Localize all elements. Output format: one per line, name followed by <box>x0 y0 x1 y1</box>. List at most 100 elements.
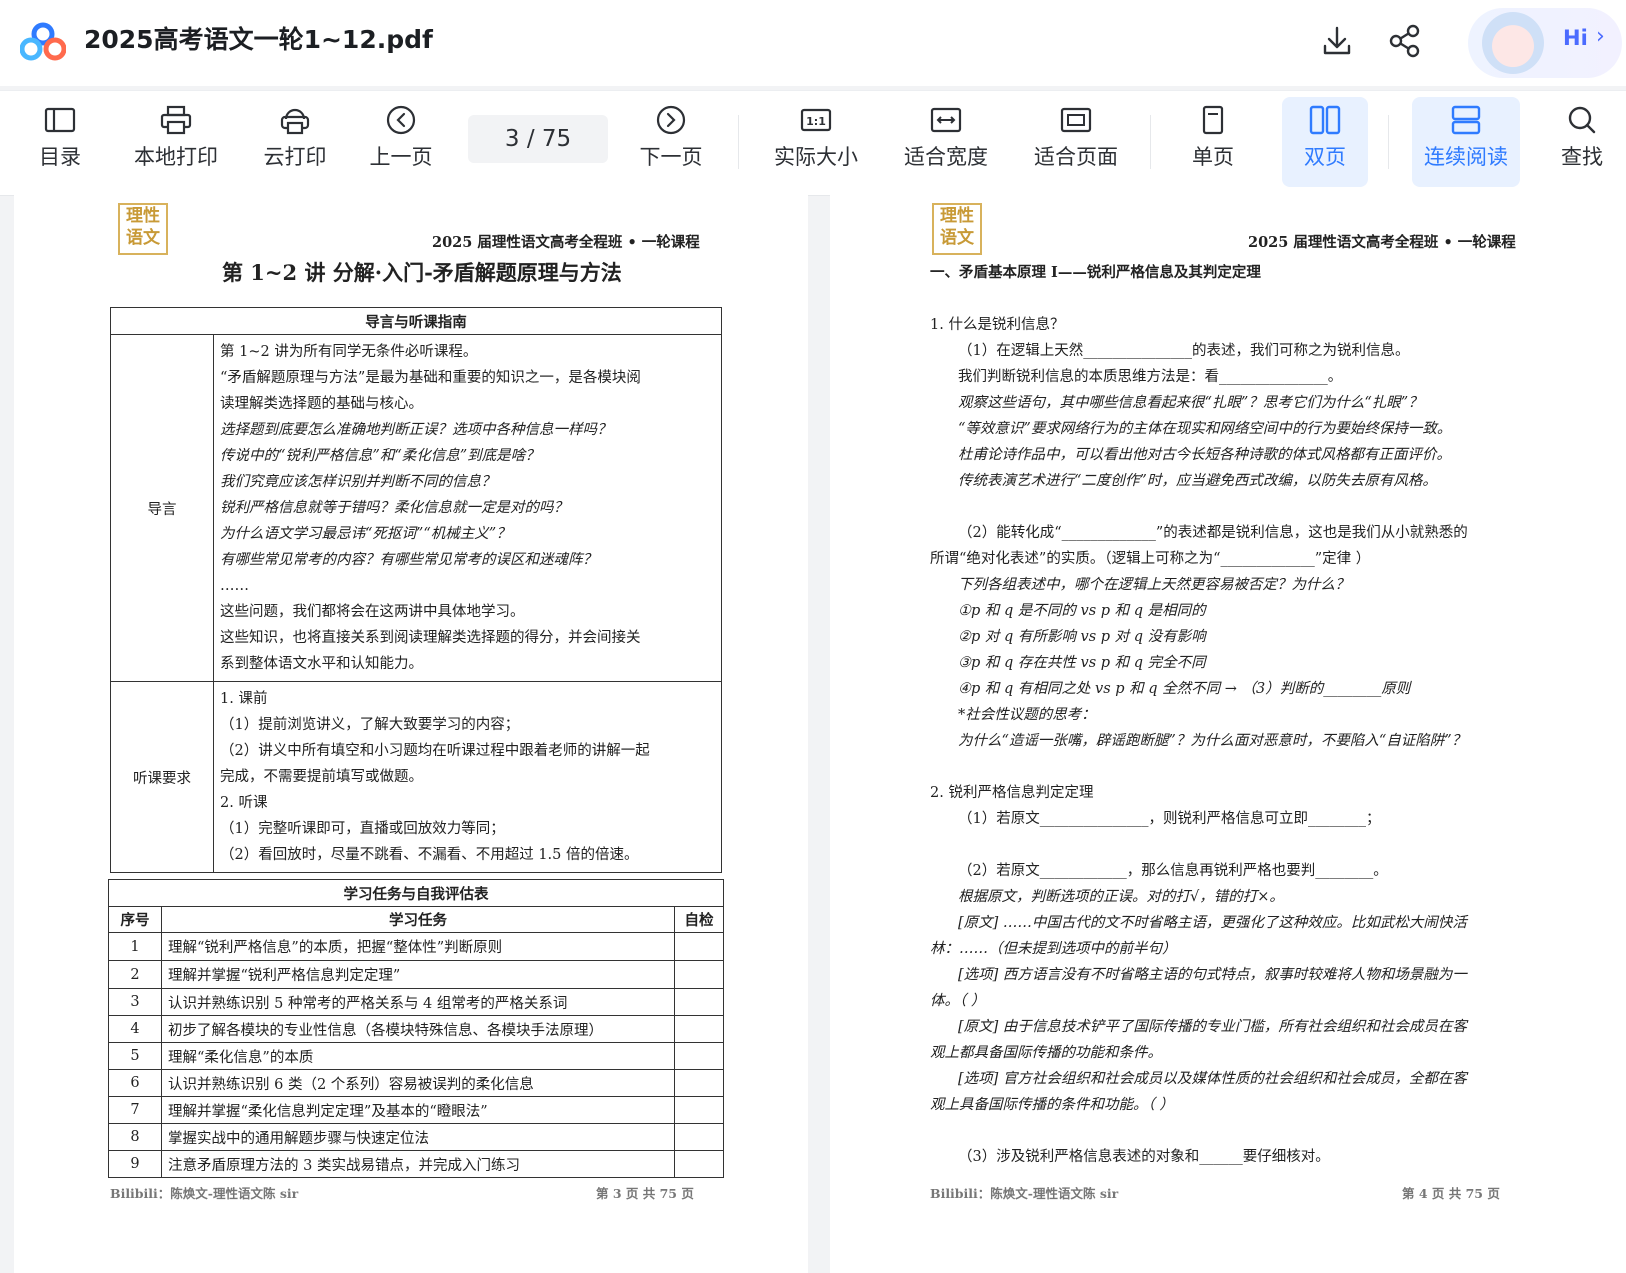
local-print-button[interactable]: 本地打印 <box>124 97 228 187</box>
ai-assistant-button[interactable]: Hi › <box>1468 8 1622 78</box>
task-text: 掌握实战中的通用解题步骤与快速定位法 <box>161 1123 675 1151</box>
body-line: ④p 和 q 有相同之处 vs p 和 q 全然不同 → （3）判断的_____… <box>958 681 1411 697</box>
intro-line: 第 1~2 讲为所有同学无条件必听课程。 <box>220 344 478 360</box>
table-row: 2 理解并掌握“锐利严格信息判定定理” <box>108 960 724 989</box>
toc-button[interactable]: 目录 <box>22 97 98 187</box>
task-no: 6 <box>108 1069 162 1097</box>
task-no: 3 <box>108 988 162 1016</box>
single-page-button[interactable]: 单页 <box>1172 97 1254 187</box>
fit-width-icon <box>930 107 962 133</box>
cloud-print-icon <box>280 108 310 135</box>
body-line: ②p 对 q 有所影响 vs p 对 q 没有影响 <box>958 629 1206 645</box>
table-row: 9 注意矛盾原理方法的 3 类实战易错点，并完成入门练习 <box>108 1150 724 1178</box>
task-text: 认识并熟练识别 6 类（2 个系列）容易被误判的柔化信息 <box>161 1069 675 1097</box>
task-check-cell <box>674 1096 724 1124</box>
search-button[interactable]: 查找 <box>1544 97 1620 187</box>
task-text: 理解并掌握“柔化信息判定定理”及基本的“瞪眼法” <box>161 1096 675 1124</box>
task-check-cell <box>674 1042 724 1070</box>
table-row: 6 认识并熟练识别 6 类（2 个系列）容易被误判的柔化信息 <box>108 1069 724 1097</box>
intro-line: 有哪些常见常考的内容？有哪些常见常考的误区和迷魂阵？ <box>220 552 597 568</box>
intro-line: 我们究竟应该怎样识别并判断不同的信息？ <box>220 474 496 490</box>
actual-size-button[interactable]: 1:1 实际大小 <box>764 97 868 187</box>
body-line: 为什么“造谣一张嘴，辟谣跑断腿”？为什么面对恶意时，不要陷入“自证陷阱”？ <box>958 733 1467 749</box>
body-line: 根据原文，判断选项的正误。对的打√，错的打×。 <box>958 889 1284 905</box>
share-icon[interactable] <box>1386 22 1424 60</box>
double-page-button[interactable]: 双页 <box>1282 97 1368 187</box>
intro-line: 系到整体语文水平和认知能力。 <box>220 656 423 672</box>
task-check-cell <box>674 1015 724 1043</box>
body-line: ③p 和 q 存在共性 vs p 和 q 完全不同 <box>958 655 1206 671</box>
task-check-cell <box>674 1069 724 1097</box>
body-line: 观上都具备国际传播的功能和条件。 <box>930 1045 1162 1061</box>
body-line: （2）能转化成“_____________”的表述都是锐利信息，这也是我们从小就… <box>958 525 1468 541</box>
task-no: 5 <box>108 1042 162 1070</box>
publisher-stamp: 理性语文 <box>932 203 982 255</box>
pdf-toolbar: 目录 本地打印 云打印 上一页 3 / 75 下一页 1:1 实际大小 适合宽度… <box>0 90 1626 196</box>
page-footer-author: Bilibili：陈焕文-理性语文陈 sir <box>110 1186 299 1201</box>
requirement-line: （2）看回放时，尽量不跳看、不漏看、不用超过 1.5 倍的倍速。 <box>220 847 639 863</box>
table-row: 7 理解并掌握“柔化信息判定定理”及基本的“瞪眼法” <box>108 1096 724 1124</box>
title-bar: 2025高考语文一轮1~12.pdf Hi › <box>0 0 1626 86</box>
task-no: 8 <box>108 1123 162 1151</box>
body-line: （3）涉及锐利严格信息表述的对象和______要仔细核对。 <box>958 1149 1330 1165</box>
body-line: [原文] 由于信息技术铲平了国际传播的专业门槛，所有社会组织和社会成员在客 <box>958 1019 1467 1035</box>
download-icon[interactable] <box>1318 22 1356 60</box>
intro-cell: 第 1~2 讲为所有同学无条件必听课程。 “矛盾解题原理与方法”是最为基础和重要… <box>213 334 722 682</box>
task-text: 理解并掌握“锐利严格信息判定定理” <box>161 960 675 989</box>
tasks-table: 学习任务与自我评估表 序号 学习任务 自检 1 理解“锐利严格信息”的本质，把握“… <box>108 879 724 1178</box>
guide-table: 导言与听课指南 导言 第 1~2 讲为所有同学无条件必听课程。 “矛盾解题原理与… <box>110 307 722 873</box>
prev-page-button[interactable]: 上一页 <box>360 97 442 187</box>
table-row: 4 初步了解各模块的专业性信息（各模块特殊信息、各模块手法原理） <box>108 1015 724 1043</box>
printer-icon <box>160 105 192 135</box>
intro-line: 读理解类选择题的基础与核心。 <box>220 396 423 412</box>
task-no: 2 <box>108 960 162 989</box>
hi-label: Hi <box>1563 26 1588 50</box>
chevron-right-icon: › <box>1596 24 1605 49</box>
page-current-input[interactable]: 3 <box>505 126 520 152</box>
task-no: 7 <box>108 1096 162 1124</box>
task-check-cell <box>674 932 724 961</box>
body-line: [原文] ……中国古代的文不时省略主语，更强化了这种效应。比如武松大闹快活 <box>958 915 1467 931</box>
requirements-cell: 1. 课前 （1）提前浏览讲义，了解大致要学习的内容； （2）讲义中所有填空和小… <box>213 681 722 873</box>
task-text: 理解“锐利严格信息”的本质，把握“整体性”判断原则 <box>161 932 675 961</box>
requirement-line: 2. 听课 <box>220 795 268 811</box>
fit-page-button[interactable]: 适合页面 <box>1024 97 1128 187</box>
page-footer-number: 第 4 页 共 75 页 <box>1402 1186 1500 1201</box>
pdf-page-3: 理性语文 2025 届理性语文高考全程班 • 一轮课程 第 1~2 讲 分解·入… <box>14 195 808 1273</box>
task-check-cell <box>674 1123 724 1151</box>
body-line: 1. 什么是锐利信息？ <box>930 317 1065 333</box>
task-text: 认识并熟练识别 5 种常考的严格关系与 4 组常考的严格关系词 <box>161 988 675 1016</box>
col-header-task: 学习任务 <box>161 906 675 933</box>
body-line: 2. 锐利严格信息判定定理 <box>930 785 1094 801</box>
next-page-button[interactable]: 下一页 <box>630 97 712 187</box>
task-text: 初步了解各模块的专业性信息（各模块特殊信息、各模块手法原理） <box>161 1015 675 1043</box>
intro-line: 锐利严格信息就等于错吗？柔化信息就一定是对的吗？ <box>220 500 568 516</box>
page-indicator[interactable]: 3 / 75 <box>468 115 608 163</box>
page-total: / 75 <box>526 126 572 152</box>
body-line: 体。（ ） <box>930 993 986 1009</box>
body-line: [选项] 西方语言没有不时省略主语的句式特点，叙事时较难将人物和场景融为一 <box>958 967 1467 983</box>
cloud-print-button[interactable]: 云打印 <box>254 97 336 187</box>
toolbar-separator <box>1150 115 1151 169</box>
guide-table-header: 导言与听课指南 <box>110 307 722 335</box>
continuous-read-button[interactable]: 连续阅读 <box>1412 97 1520 187</box>
page-footer-author: Bilibili：陈焕文-理性语文陈 sir <box>930 1186 1119 1201</box>
col-header-check: 自检 <box>674 906 724 933</box>
toolbar-separator <box>738 115 739 169</box>
body-line: 所谓“绝对化表述”的实质。（逻辑上可称之为“_____________”定律 ） <box>930 551 1371 567</box>
intro-line: 这些知识，也将直接关系到阅读理解类选择题的得分，并会间接关 <box>220 630 641 646</box>
fit-width-button[interactable]: 适合宽度 <box>894 97 998 187</box>
task-check-cell <box>674 1150 724 1178</box>
pdf-page-4: 理性语文 2025 届理性语文高考全程班 • 一轮课程 一、矛盾基本原理 I——… <box>830 195 1626 1273</box>
assistant-mascot-icon <box>1482 12 1544 74</box>
table-row: 3 认识并熟练识别 5 种常考的严格关系与 4 组常考的严格关系词 <box>108 988 724 1016</box>
body-line: 林：……（但未提到选项中的前半句） <box>930 941 1177 957</box>
fit-page-icon <box>1060 107 1092 133</box>
requirement-line: 1. 课前 <box>220 691 268 707</box>
course-header: 2025 届理性语文高考全程班 • 一轮课程 <box>1248 234 1516 251</box>
body-line: （2）若原文____________，那么信息再锐利严格也要判________。 <box>958 863 1388 879</box>
task-check-cell <box>674 960 724 989</box>
task-no: 4 <box>108 1015 162 1043</box>
body-line: 观察这些语句，其中哪些信息看起来很“扎眼”？思考它们为什么“扎眼”？ <box>958 395 1423 411</box>
requirement-line: （1）提前浏览讲义，了解大致要学习的内容； <box>220 717 520 733</box>
